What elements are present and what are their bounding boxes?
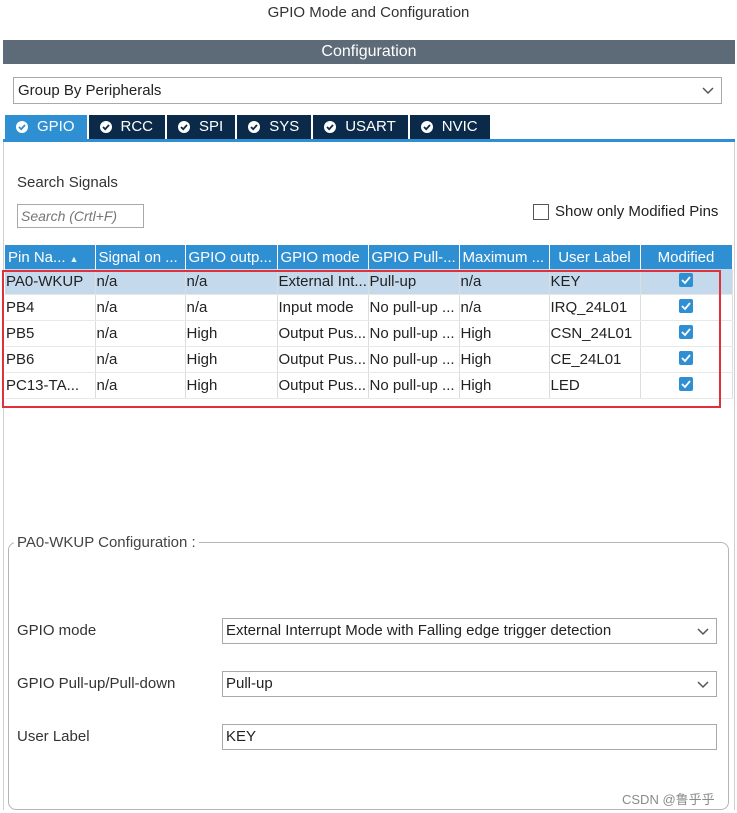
tab-label: USART — [345, 118, 396, 135]
chevron-down-icon — [697, 681, 709, 689]
gpio-pull-label: GPIO Pull-up/Pull-down — [17, 675, 176, 692]
gpio-mode-select[interactable]: External Interrupt Mode with Falling edg… — [222, 618, 717, 644]
column-header-user-label[interactable]: User Label — [549, 245, 641, 269]
column-header-modified[interactable]: Modified — [640, 245, 733, 269]
search-signals-label: Search Signals — [17, 174, 118, 191]
tab-spi[interactable]: SPI — [167, 115, 236, 139]
tab-nvic[interactable]: NVIC — [409, 115, 490, 139]
show-modified-toggle[interactable]: Show only Modified Pins — [533, 203, 718, 220]
chevron-down-icon — [702, 87, 714, 95]
column-header-label: Maximum ... — [462, 248, 545, 266]
gpio-pull-value: Pull-up — [226, 675, 273, 692]
column-header-label: GPIO mode — [280, 248, 360, 266]
table-header-row: Pin Na... ▲ Signal on ... GPIO outp... GP… — [5, 245, 733, 269]
peripheral-tabs: GPIO RCC SPI SYS USART NVIC — [5, 115, 492, 139]
pin-configuration-legend: PA0-WKUP Configuration : — [14, 534, 199, 551]
chevron-down-icon — [697, 628, 709, 636]
column-header-maximum[interactable]: Maximum ... — [459, 245, 550, 269]
tab-label: SPI — [199, 118, 224, 135]
column-header-label: GPIO Pull-... — [371, 248, 456, 266]
window-title: GPIO Mode and Configuration — [267, 4, 470, 21]
column-header-signal[interactable]: Signal on ... — [95, 245, 186, 269]
highlight-annotation-box — [2, 270, 721, 408]
watermark: CSDN @鲁乎乎 — [622, 792, 715, 807]
column-header-label: Modified — [657, 248, 715, 266]
tab-label: NVIC — [441, 118, 478, 135]
check-circle-icon — [324, 121, 337, 133]
search-signals-input[interactable] — [17, 204, 144, 228]
column-header-label: Signal on ... — [98, 248, 178, 266]
show-modified-label: Show only Modified Pins — [555, 203, 719, 220]
gpio-mode-value: External Interrupt Mode with Falling edg… — [226, 622, 612, 639]
group-by-select[interactable]: Group By Peripherals — [13, 77, 722, 104]
tab-rcc[interactable]: RCC — [88, 115, 166, 139]
gpio-mode-label: GPIO mode — [17, 622, 97, 639]
column-header-gpio-mode[interactable]: GPIO mode — [277, 245, 369, 269]
sort-asc-icon: ▲ — [69, 253, 79, 264]
tab-sys[interactable]: SYS — [237, 115, 312, 139]
column-header-label: User Label — [558, 248, 631, 266]
column-header-pin-name[interactable]: Pin Na... ▲ — [5, 245, 96, 269]
user-label-value: KEY — [226, 728, 257, 745]
column-header-gpio-output[interactable]: GPIO outp... — [185, 245, 278, 269]
tab-label: GPIO — [37, 118, 75, 135]
check-circle-icon — [178, 121, 191, 133]
tab-gpio[interactable]: GPIO — [5, 115, 87, 139]
column-header-gpio-pull[interactable]: GPIO Pull-... — [368, 245, 460, 269]
check-circle-icon — [248, 121, 261, 133]
group-by-select-value: Group By Peripherals — [18, 82, 162, 99]
tab-usart[interactable]: USART — [313, 115, 408, 139]
tab-label: RCC — [120, 118, 154, 135]
configuration-header: Configuration — [3, 40, 735, 64]
show-modified-checkbox[interactable] — [533, 203, 549, 220]
user-label-input[interactable]: KEY — [222, 724, 717, 750]
tab-label: SYS — [269, 118, 300, 135]
check-circle-icon — [420, 121, 433, 133]
gpio-pull-select[interactable]: Pull-up — [222, 671, 717, 697]
column-header-label: GPIO outp... — [188, 248, 272, 266]
user-label-label: User Label — [17, 728, 90, 745]
column-header-label: Pin Na... — [8, 248, 66, 266]
check-circle-icon — [16, 121, 28, 133]
check-circle-icon — [99, 121, 112, 133]
